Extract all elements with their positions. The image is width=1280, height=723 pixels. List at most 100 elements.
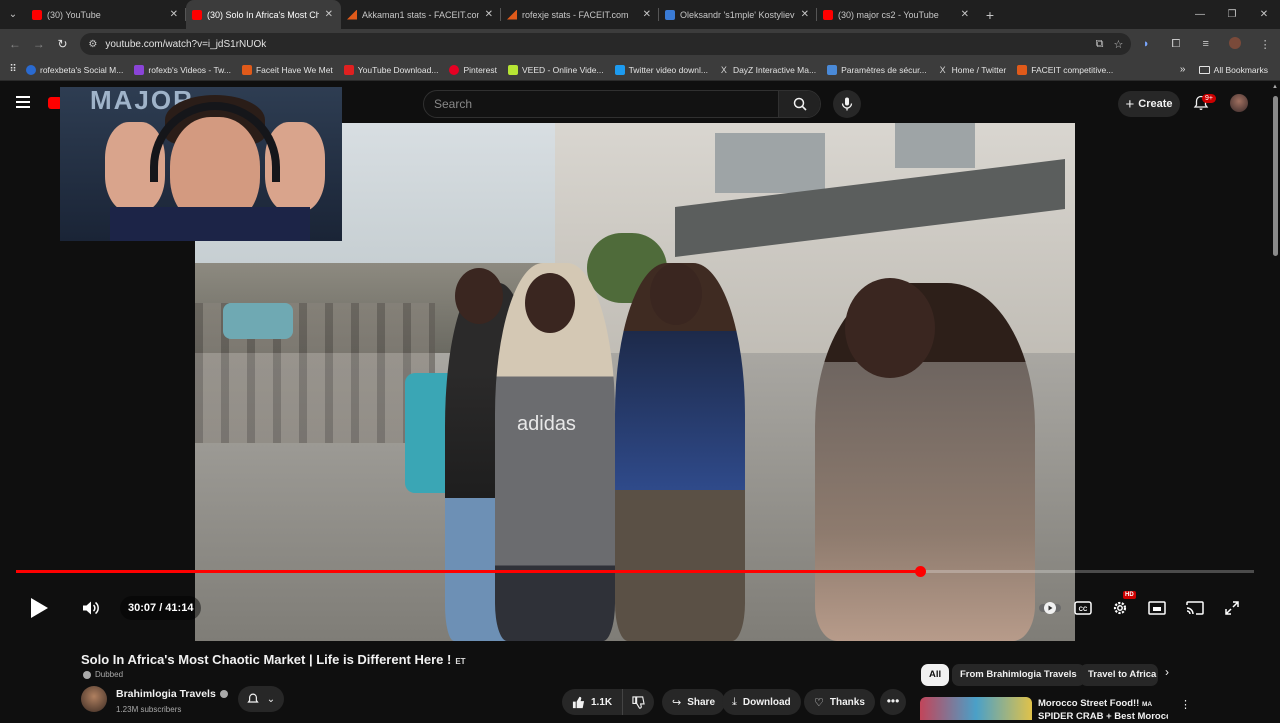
tab-youtube[interactable]: (30) YouTube ✕ bbox=[26, 0, 186, 29]
bookmark-favicon-icon bbox=[134, 64, 145, 75]
faceit-icon bbox=[347, 9, 357, 20]
bell-icon bbox=[247, 693, 259, 703]
download-button[interactable]: ⤓ Download bbox=[722, 689, 801, 715]
site-info-icon[interactable]: ⚙ bbox=[88, 39, 97, 50]
install-app-icon[interactable]: ⧉ bbox=[1096, 38, 1104, 51]
bookmark-item[interactable]: X DayZ Interactive Ma... bbox=[719, 65, 816, 75]
bookmark-favicon-icon bbox=[507, 64, 518, 75]
close-tab-icon[interactable]: ✕ bbox=[170, 9, 178, 20]
hd-badge: HD bbox=[1123, 591, 1136, 599]
dislike-button[interactable] bbox=[623, 695, 653, 709]
cast-icon bbox=[1186, 601, 1204, 615]
bookmark-label: Faceit Have We Met bbox=[255, 64, 333, 75]
bookmark-item[interactable]: X Home / Twitter bbox=[938, 65, 1007, 75]
search-box[interactable]: Search bbox=[423, 90, 821, 118]
close-tab-icon[interactable]: ✕ bbox=[961, 9, 969, 20]
thanks-label: Thanks bbox=[829, 696, 865, 708]
bookmark-item[interactable]: FACEIT competitive... bbox=[1017, 64, 1113, 75]
bookmark-item[interactable]: rofexbeta's Social M... bbox=[26, 64, 123, 75]
liquipedia-icon bbox=[665, 9, 675, 20]
settings-button[interactable] bbox=[1109, 597, 1131, 619]
new-tab-button[interactable]: + bbox=[977, 7, 1003, 23]
miniplayer-button[interactable] bbox=[1146, 597, 1168, 619]
scrollbar-thumb[interactable] bbox=[1273, 96, 1278, 256]
bookmark-item[interactable]: rofexb's Videos - Tw... bbox=[134, 64, 231, 75]
profile-avatar[interactable] bbox=[1221, 36, 1251, 52]
chip-from-channel[interactable]: From Brahimlogia Travels bbox=[952, 664, 1085, 686]
download-icon: ⤓ bbox=[732, 695, 737, 708]
restore-icon[interactable]: ❐ bbox=[1216, 9, 1248, 20]
more-bookmarks-icon[interactable]: » bbox=[1173, 64, 1193, 75]
bookmarks-bar: ⠿ rofexbeta's Social M... rofexb's Video… bbox=[0, 59, 1280, 81]
tab-solo-in-africa[interactable]: (30) Solo In Africa's Most Chaotic ✕ bbox=[186, 0, 341, 29]
close-tab-icon[interactable]: ✕ bbox=[325, 9, 333, 20]
scroll-up-icon[interactable]: ▲ bbox=[1272, 84, 1278, 90]
autoplay-toggle[interactable] bbox=[1039, 597, 1061, 619]
channel-avatar[interactable] bbox=[81, 686, 107, 712]
tab-major-cs2[interactable]: (30) major cs2 - YouTube ✕ bbox=[817, 0, 977, 29]
bookmark-item[interactable]: Paramètres de sécur... bbox=[827, 64, 927, 75]
video-title-text: Solo In Africa's Most Chaotic Market | L… bbox=[81, 652, 452, 667]
bookmark-item[interactable]: YouTube Download... bbox=[343, 64, 438, 75]
notification-count-badge: 9+ bbox=[1202, 94, 1216, 103]
account-avatar[interactable] bbox=[1230, 94, 1248, 112]
reload-icon[interactable]: ↻ bbox=[51, 37, 75, 51]
share-button[interactable]: ↪ Share bbox=[662, 689, 726, 715]
play-icon[interactable] bbox=[31, 598, 48, 618]
tab-search-button[interactable]: ⌄ bbox=[0, 0, 26, 29]
search-input[interactable]: Search bbox=[424, 91, 778, 117]
close-tab-icon[interactable]: ✕ bbox=[801, 9, 809, 20]
fullscreen-button[interactable] bbox=[1221, 597, 1243, 619]
chevron-right-icon[interactable]: › bbox=[1165, 665, 1169, 679]
tab-s1mple[interactable]: Oleksandr 's1mple' Kostyliev's C ✕ bbox=[659, 0, 817, 29]
svg-text:CC: CC bbox=[1079, 607, 1088, 613]
search-button[interactable] bbox=[778, 91, 820, 117]
create-button[interactable]: + Create bbox=[1118, 91, 1180, 117]
close-tab-icon[interactable]: ✕ bbox=[485, 9, 493, 20]
recommended-title[interactable]: Morocco Street Food!! MA SPIDER CRAB + B… bbox=[1038, 698, 1168, 723]
thanks-icon: ♡ bbox=[814, 696, 824, 709]
youtube-icon bbox=[823, 9, 833, 20]
forward-icon[interactable]: → bbox=[27, 37, 51, 51]
dubbed-icon bbox=[83, 670, 91, 679]
more-actions-button[interactable]: ••• bbox=[880, 689, 906, 715]
language-tag: ET bbox=[455, 657, 466, 666]
recommended-menu-icon[interactable]: ⋮ bbox=[1180, 698, 1191, 711]
bookmark-item[interactable]: VEED - Online Vide... bbox=[507, 64, 604, 75]
chip-all[interactable]: All bbox=[921, 664, 950, 686]
browser-menu-icon[interactable]: ⋮ bbox=[1250, 38, 1280, 51]
bookmark-star-icon[interactable]: ☆ bbox=[1113, 38, 1123, 51]
apps-grid-icon[interactable]: ⠿ bbox=[0, 64, 26, 75]
voice-search-button[interactable] bbox=[833, 90, 861, 118]
all-bookmarks-button[interactable]: All Bookmarks bbox=[1198, 65, 1268, 75]
back-icon[interactable]: ← bbox=[3, 37, 27, 51]
channel-name[interactable]: Brahimlogia Travels bbox=[116, 688, 228, 700]
subtitles-button[interactable]: CC bbox=[1072, 597, 1094, 619]
recommended-thumbnail[interactable] bbox=[920, 697, 1032, 720]
thumbs-down-icon bbox=[631, 695, 645, 709]
bookmark-item[interactable]: Pinterest bbox=[449, 64, 497, 75]
thumbs-up-icon bbox=[572, 696, 585, 708]
media-controls-icon[interactable]: ≡ bbox=[1191, 38, 1221, 50]
seek-bar[interactable] bbox=[16, 566, 1254, 577]
extensions-puzzle-icon[interactable]: ⧠ bbox=[1161, 38, 1191, 51]
bookmark-item[interactable]: Faceit Have We Met bbox=[241, 64, 333, 75]
address-bar[interactable]: ⚙ youtube.com/watch?v=i_jdS1rNUOk ⧉ ☆ bbox=[80, 33, 1132, 55]
tab-akkaman1-stats[interactable]: Akkaman1 stats - FACEIT.com ✕ bbox=[341, 0, 501, 29]
chip-travel-to-africa[interactable]: Travel to Africa bbox=[1080, 664, 1158, 686]
tab-label: (30) major cs2 - YouTube bbox=[838, 9, 939, 20]
menu-icon[interactable] bbox=[16, 96, 30, 108]
close-tab-icon[interactable]: ✕ bbox=[643, 9, 651, 20]
subscribed-notifications-button[interactable]: ⌄ bbox=[238, 686, 284, 712]
recommended-title-line2: SPIDER CRAB + Best Morocca bbox=[1038, 711, 1168, 722]
like-button[interactable]: 1.1K bbox=[562, 689, 624, 715]
thanks-button[interactable]: ♡ Thanks bbox=[804, 689, 875, 715]
close-window-icon[interactable]: ✕ bbox=[1248, 9, 1280, 20]
minimize-icon[interactable]: — bbox=[1184, 9, 1216, 20]
volume-icon[interactable] bbox=[82, 600, 100, 616]
tab-rofexje-stats[interactable]: rofexje stats - FACEIT.com ✕ bbox=[501, 0, 659, 29]
page-scrollbar[interactable]: ▲ bbox=[1270, 82, 1280, 720]
cast-button[interactable] bbox=[1184, 597, 1206, 619]
extension-icon[interactable]: ◗ bbox=[1131, 38, 1161, 50]
bookmark-item[interactable]: Twitter video downl... bbox=[614, 64, 708, 75]
